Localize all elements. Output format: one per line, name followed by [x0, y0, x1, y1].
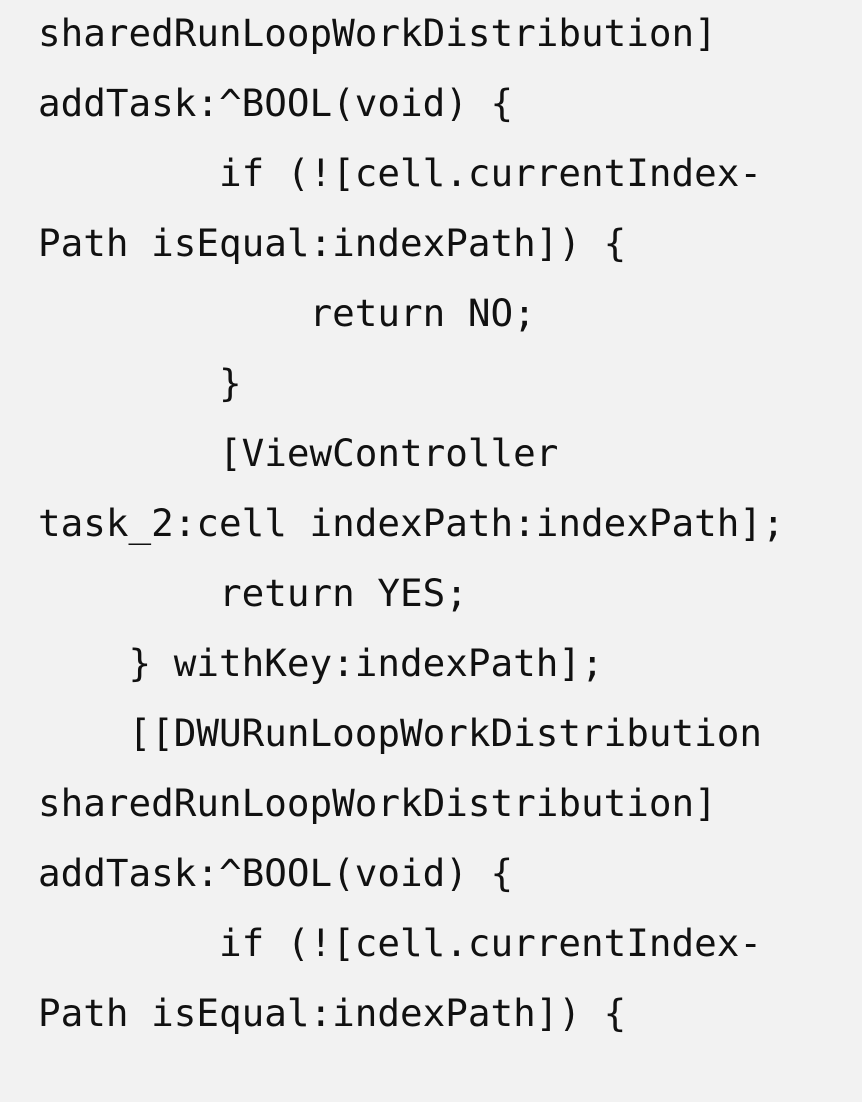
- code-line: addTask:^BOOL(void) {: [38, 851, 514, 895]
- code-line: sharedRunLoopWorkDistribution]: [38, 11, 717, 55]
- code-line: if (![cell.currentIndex-: [38, 151, 762, 195]
- code-line: Path isEqual:indexPath]) {: [38, 991, 627, 1035]
- code-line: return YES;: [38, 571, 468, 615]
- code-line: Path isEqual:indexPath]) {: [38, 221, 627, 265]
- code-line: [[DWURunLoopWorkDistribution: [38, 711, 762, 755]
- code-line: sharedRunLoopWorkDistribution]: [38, 781, 717, 825]
- code-block: sharedRunLoopWorkDistribution] addTask:^…: [38, 0, 862, 1102]
- code-line: }: [38, 361, 242, 405]
- code-line: task_2:cell indexPath:indexPath];: [38, 501, 785, 545]
- code-line: if (![cell.currentIndex-: [38, 921, 762, 965]
- code-line: [ViewController: [38, 431, 559, 475]
- code-line: addTask:^BOOL(void) {: [38, 81, 514, 125]
- code-line: return NO;: [38, 291, 536, 335]
- code-line: } withKey:indexPath];: [38, 641, 604, 685]
